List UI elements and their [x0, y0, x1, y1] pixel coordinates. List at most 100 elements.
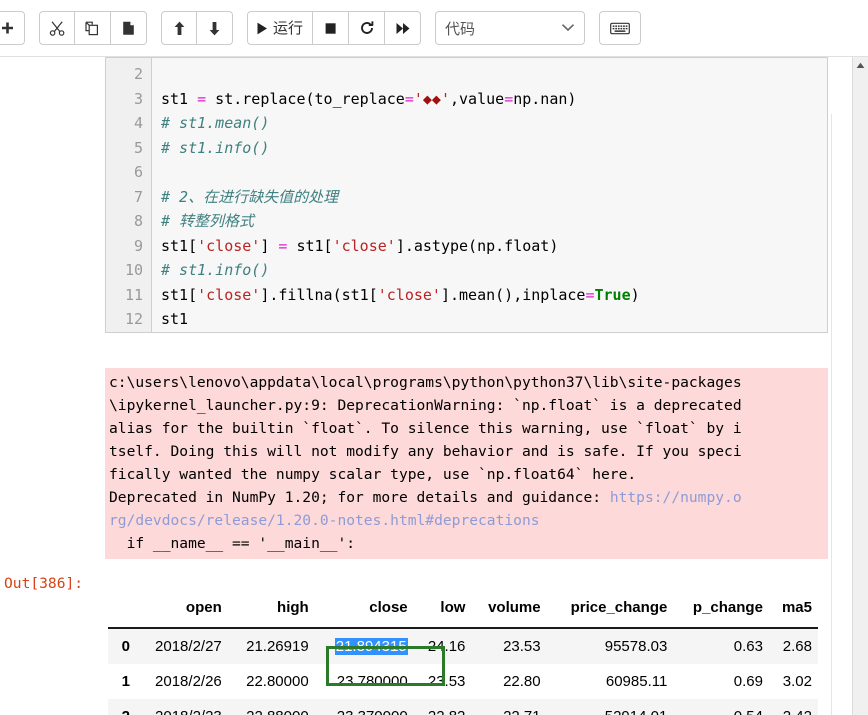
code-token: ◆◆: [422, 89, 441, 108]
code-token: st.replace(to_replace: [206, 89, 405, 108]
dataframe-cell[interactable]: 60985.11: [547, 664, 674, 699]
code-line: # st1.info(): [161, 136, 827, 161]
dataframe-cell[interactable]: 2.68: [769, 628, 818, 664]
interrupt-kernel-button[interactable]: [313, 11, 350, 45]
warning-link[interactable]: https://numpy.o: [610, 489, 742, 506]
dataframe-cell[interactable]: 21.26919: [228, 628, 315, 664]
dataframe-cell[interactable]: 23.370000: [315, 699, 414, 715]
toolbar-group-shortcuts: [599, 11, 642, 45]
dataframe-cell[interactable]: 0.54: [673, 699, 769, 715]
code-token: 'close': [332, 236, 396, 255]
warning-text: tself. Doing this will not modify any be…: [109, 443, 742, 460]
code-line: # st1.info(): [161, 258, 827, 283]
dataframe-cell[interactable]: 22.80: [471, 664, 546, 699]
vertical-scrollbar[interactable]: [852, 57, 868, 715]
cell-type-select[interactable]: 代码: [435, 11, 586, 45]
dataframe-cell[interactable]: 22.88000: [228, 699, 315, 715]
code-token: True: [594, 285, 631, 304]
warning-line: \ipykernel_launcher.py:9: DeprecationWar…: [109, 394, 824, 417]
code-line: # st1.mean(): [161, 111, 827, 136]
scroll-up-arrow-icon[interactable]: [853, 57, 868, 73]
code-token: ): [630, 285, 640, 304]
dataframe-cell[interactable]: 22.71: [471, 699, 546, 715]
restart-kernel-button[interactable]: [349, 11, 386, 45]
code-cell[interactable]: 2 3 4 5 6 7 8 9 10 11 12 st1 = st.replace(to_repla…: [105, 57, 828, 333]
move-cell-down-button[interactable]: [197, 11, 233, 45]
toolbar-group-kernel: 运行: [247, 11, 422, 45]
code-token: # st1.info(): [161, 261, 270, 279]
table-row[interactable]: 0 2018/2/27 21.26919 21.894315 24.16 23.53 955…: [108, 628, 818, 664]
dataframe-column-header: p_change: [673, 599, 769, 629]
warning-line: fically wanted the numpy scalar type, us…: [109, 463, 824, 486]
warning-line: alias for the builtin `float`. To silenc…: [109, 417, 824, 440]
warning-line: if __name__ == '__main__':: [109, 532, 824, 555]
line-number: 9: [133, 236, 143, 255]
dataframe-cell[interactable]: 23.53: [471, 628, 546, 664]
table-row[interactable]: 1 2018/2/26 22.80000 23.780000 23.53 22.80 609…: [108, 664, 818, 699]
keyboard-icon: [610, 22, 630, 35]
move-cell-up-button[interactable]: [161, 11, 197, 45]
cut-cell-button[interactable]: [39, 11, 75, 45]
copy-cell-button[interactable]: [75, 11, 111, 45]
warning-text: Deprecated in NumPy 1.20; for more detai…: [109, 489, 610, 506]
dataframe-cell[interactable]: 0.63: [673, 628, 769, 664]
dataframe-cell[interactable]: 95578.03: [547, 628, 674, 664]
code-token: =: [504, 89, 514, 108]
dataframe-cell[interactable]: 2.42: [769, 699, 818, 715]
copy-icon: [84, 20, 101, 37]
open-keyboard-shortcuts-button[interactable]: [599, 11, 642, 45]
warning-line: Deprecated in NumPy 1.20; for more detai…: [109, 486, 824, 509]
code-line: # 转整列格式: [161, 209, 827, 234]
dataframe-cell[interactable]: 23.780000: [315, 664, 414, 699]
table-row[interactable]: 22018/2/2322.8800023.37000022.8222.71529…: [108, 699, 818, 715]
code-token: st1[: [161, 236, 198, 255]
code-token: np.nan): [513, 89, 577, 108]
paste-cell-button[interactable]: [111, 11, 147, 45]
notebook-toolbar: 运行 代码: [0, 0, 868, 57]
cell-type-value: 代码: [445, 20, 476, 38]
toolbar-group-insert: [0, 11, 25, 45]
code-token: =: [585, 285, 595, 304]
dataframe-cell[interactable]: 24.16: [414, 628, 472, 664]
dataframe-cell[interactable]: 2018/2/27: [136, 628, 228, 664]
dataframe-cell[interactable]: 22.80000: [228, 664, 315, 699]
dataframe-body: 0 2018/2/27 21.26919 21.894315 24.16 23.53 955…: [108, 628, 818, 715]
run-cell-button[interactable]: 运行: [247, 11, 314, 45]
dataframe-cell[interactable]: 52914.01: [547, 699, 674, 715]
warning-line: rg/devdocs/release/1.20.0-notes.html#dep…: [109, 509, 824, 532]
code-line: st1['close'].fillna(st1['close'].mean(),…: [161, 283, 827, 308]
dataframe-cell[interactable]: 22.82: [414, 699, 472, 715]
dataframe-column-header: price_change: [546, 599, 674, 629]
dataframe-column-header: low: [413, 599, 472, 629]
dataframe-cell[interactable]: 2018/2/26: [136, 664, 228, 699]
warning-text: if __name__ == '__main__':: [109, 535, 356, 552]
code-token: ': [440, 89, 450, 108]
line-number: 2: [133, 65, 143, 83]
code-editor[interactable]: st1 = st.replace(to_replace='◆◆',value=n…: [152, 58, 827, 332]
warning-text: fically wanted the numpy scalar type, us…: [109, 466, 637, 483]
warning-link[interactable]: rg/devdocs/release/1.20.0-notes.html#dep…: [109, 512, 540, 529]
dataframe-cell[interactable]: 0.69: [673, 664, 769, 699]
dataframe-output: open high close low volume price_change p_chan…: [108, 599, 818, 715]
dataframe-column-header: open: [136, 599, 228, 629]
play-icon: [255, 21, 269, 36]
code-token: 'close': [197, 236, 261, 255]
warning-line: c:\users\lenovo\appdata\local\programs\p…: [109, 371, 824, 394]
code-line: st1: [161, 307, 827, 332]
dataframe-cell[interactable]: 21.894315: [315, 628, 414, 664]
code-token: # st1.mean(): [161, 114, 270, 132]
code-token: ].mean(),inplace: [440, 285, 586, 304]
dataframe-cell[interactable]: 3.02: [769, 664, 818, 699]
warning-output: c:\users\lenovo\appdata\local\programs\p…: [105, 368, 828, 559]
dataframe-head: open high close low volume price_change p_chan…: [108, 599, 818, 629]
insert-cell-below-button[interactable]: [0, 11, 25, 45]
run-button-label: 运行: [273, 19, 304, 37]
arrow-up-icon: [171, 20, 188, 37]
code-token: st1[: [287, 236, 333, 255]
arrow-down-icon: [206, 20, 223, 37]
restart-and-run-all-button[interactable]: [385, 11, 422, 45]
dataframe-cell[interactable]: 23.53: [414, 664, 472, 699]
dataframe-cell[interactable]: 2018/2/23: [136, 699, 228, 715]
